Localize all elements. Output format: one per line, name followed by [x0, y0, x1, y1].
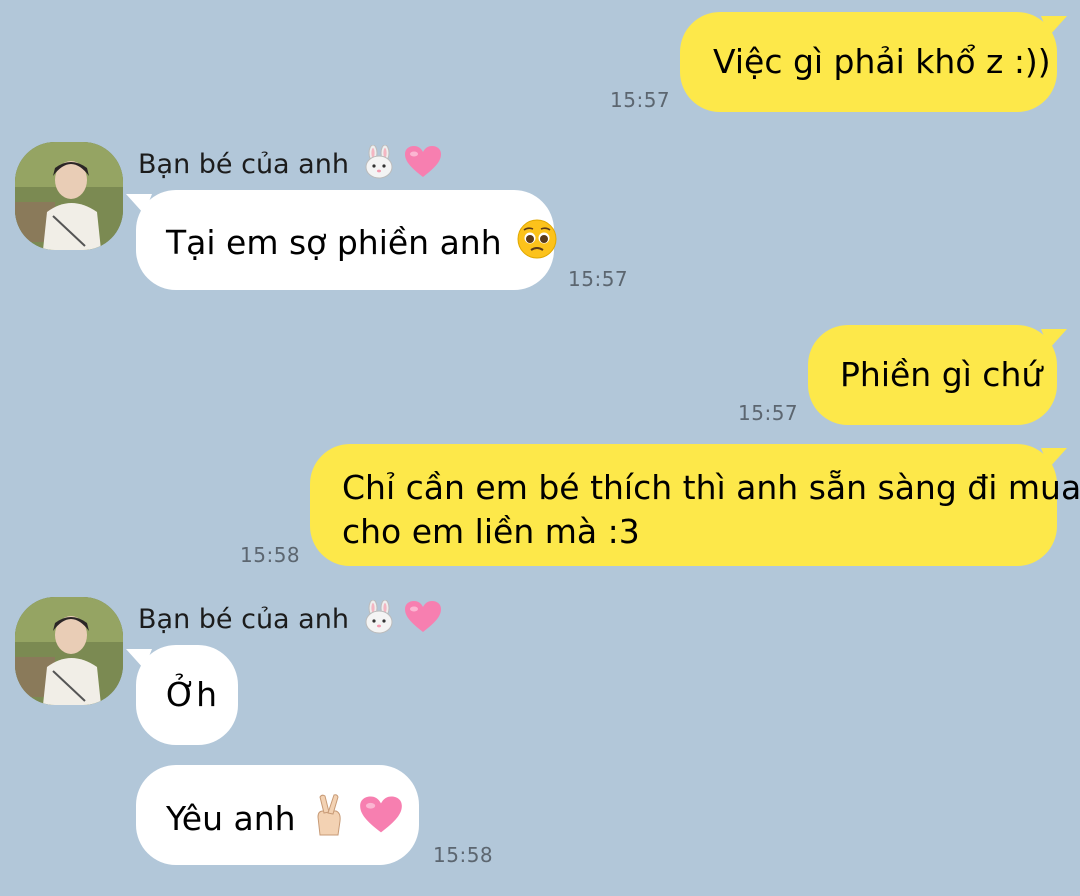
- avatar[interactable]: [15, 597, 123, 705]
- message-text-line: Chỉ cần em bé thích thì anh sẵn sàng đi …: [342, 468, 1080, 507]
- bubble-tail: [1041, 329, 1067, 349]
- message-text: Ởh: [166, 675, 218, 714]
- message-text: Việc gì phải khổ z :)): [713, 42, 1051, 81]
- message-bubble-incoming[interactable]: Tại em sợ phiền anh: [126, 190, 557, 290]
- bubble-tail: [126, 649, 152, 669]
- pink-heart-icon: [404, 145, 442, 186]
- pleading-face-icon: [516, 218, 558, 271]
- avatar[interactable]: [15, 142, 123, 250]
- message-bubble-outgoing[interactable]: Việc gì phải khổ z :)): [680, 12, 1067, 112]
- message-timestamp: 15:57: [568, 267, 629, 291]
- message-bubble-incoming[interactable]: Yêu anh: [136, 765, 419, 865]
- sender-name-text: Bạn bé của anh: [138, 604, 349, 635]
- message-timestamp: 15:58: [433, 843, 494, 867]
- bubble-tail: [126, 194, 152, 214]
- avatar-photo: [15, 142, 123, 250]
- message-bubble-outgoing[interactable]: Phiền gì chứ: [808, 325, 1067, 425]
- rabbit-face-icon: [362, 599, 396, 641]
- sender-name-text: Bạn bé của anh: [138, 149, 349, 180]
- pink-heart-icon: [404, 600, 442, 641]
- message-timestamp: 15:57: [738, 401, 799, 425]
- message-text: Phiền gì chứ: [840, 355, 1043, 394]
- pink-heart-icon: [359, 795, 403, 846]
- message-timestamp: 15:58: [240, 543, 301, 567]
- message-timestamp: 15:57: [610, 88, 671, 112]
- avatar-photo: [15, 597, 123, 705]
- sender-name: Bạn bé của anh: [138, 144, 442, 186]
- message-text-line: cho em liền mà :3: [342, 512, 640, 551]
- message-bubble-incoming[interactable]: Ởh: [126, 645, 238, 745]
- sender-name: Bạn bé của anh: [138, 599, 442, 641]
- bubble-tail: [1041, 448, 1067, 468]
- crossed-fingers-icon: [310, 793, 348, 848]
- message-text-content: Tại em sợ phiền anh: [166, 223, 502, 262]
- rabbit-face-icon: [362, 144, 396, 186]
- message-text: Yêu anh: [166, 793, 419, 848]
- message-bubble-outgoing[interactable]: Chỉ cần em bé thích thì anh sẵn sàng đi …: [310, 444, 1080, 566]
- message-text: Tại em sợ phiền anh: [166, 218, 557, 271]
- message-text-content: Yêu anh: [166, 799, 296, 838]
- bubble-tail: [1041, 16, 1067, 36]
